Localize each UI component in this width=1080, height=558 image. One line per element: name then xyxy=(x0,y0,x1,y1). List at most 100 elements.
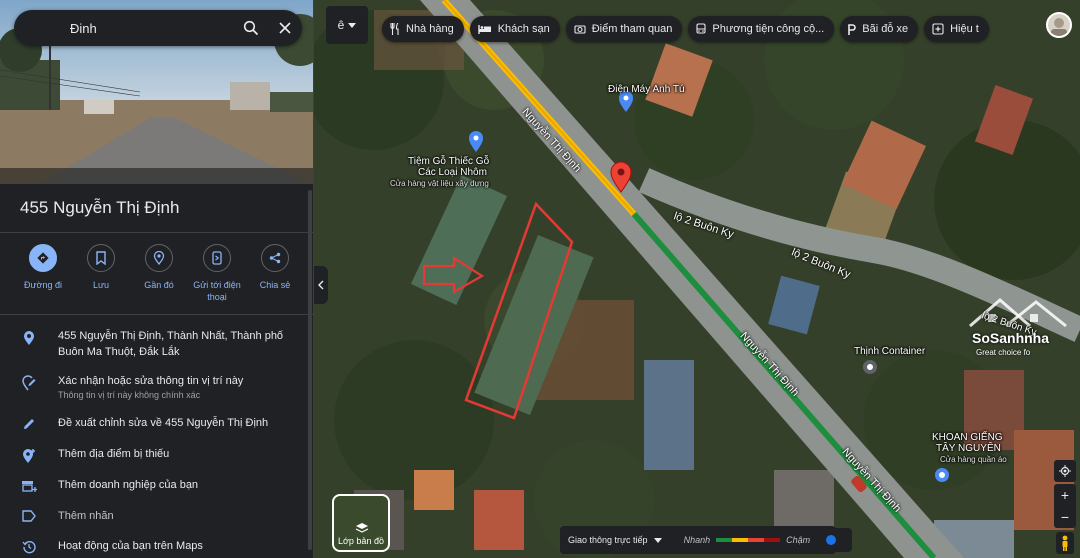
add-business-icon xyxy=(0,477,58,493)
watermark-tagline: Great choice fo xyxy=(976,348,1031,357)
pegman-icon xyxy=(1062,535,1068,551)
verify-sub: Thông tin vị trí này không chính xác xyxy=(58,390,201,400)
traffic-toggle[interactable] xyxy=(810,528,852,552)
send-to-phone-label: Gửi tới điện thoại xyxy=(193,280,241,302)
chip-label: Bãi đỗ xe xyxy=(862,23,909,35)
poi-label-khoan-gieng-1[interactable]: KHOAN GIẾNG xyxy=(932,432,1003,443)
save-label: Lưu xyxy=(92,280,110,290)
location-pin-icon xyxy=(0,328,58,346)
close-icon[interactable] xyxy=(268,11,302,45)
chip-transit[interactable]: Phương tiện công cộ... xyxy=(688,16,835,42)
history-icon xyxy=(0,538,58,554)
chip-pharmacy[interactable]: Hiệu t xyxy=(924,16,989,42)
phone-icon xyxy=(203,244,231,272)
suggest-edit-text: Đề xuất chỉnh sửa về 455 Nguyễn Thị Định xyxy=(58,417,269,429)
pharmacy-icon xyxy=(932,23,944,35)
my-location-button[interactable] xyxy=(1054,460,1076,482)
zoom-out-button[interactable]: − xyxy=(1061,509,1069,525)
collapse-panel-button[interactable] xyxy=(314,266,328,304)
add-place-icon xyxy=(0,446,58,464)
directions-label: Đường đi xyxy=(24,280,62,290)
chip-label: Hiệu t xyxy=(950,23,979,35)
verify-text: Xác nhận hoặc sửa thông tin vị trí này T… xyxy=(58,373,313,401)
chevron-left-icon xyxy=(318,280,324,290)
add-label-row[interactable]: Thêm nhãn xyxy=(0,508,313,524)
directions-button[interactable]: Đường đi xyxy=(14,244,72,303)
toggle-dot-icon xyxy=(826,535,836,545)
poi-label-dien-may[interactable]: Điện Máy Anh Tú xyxy=(608,84,685,95)
divider xyxy=(0,314,313,315)
activity-text: Hoạt động của bạn trên Maps xyxy=(58,540,203,552)
my-location-icon xyxy=(1059,465,1071,477)
restaurant-icon xyxy=(390,23,399,35)
suggest-edit-row[interactable]: Đề xuất chỉnh sửa về 455 Nguyễn Thị Định xyxy=(0,415,313,431)
live-traffic-bar[interactable]: Giao thông trực tiếp Nhanh Chậm xyxy=(560,526,836,554)
chevron-down-icon xyxy=(348,22,357,28)
add-label-text: Thêm nhãn xyxy=(58,510,114,522)
panel-scrollbar[interactable] xyxy=(308,190,312,550)
chip-parking[interactable]: Bãi đỗ xe xyxy=(840,16,919,42)
add-missing-row[interactable]: Thêm địa điểm bị thiếu xyxy=(0,446,313,464)
chip-label: Khách sạn xyxy=(497,23,550,35)
poi-label-tiem-go-1[interactable]: Tiệm Gỗ Thiếc Gỗ xyxy=(408,156,489,167)
zoom-in-button[interactable]: + xyxy=(1061,487,1069,503)
share-icon xyxy=(261,244,289,272)
directions-icon xyxy=(29,244,57,272)
place-panel: Đinh 455 Nguyễn Thị Định Đường đi Lưu Gầ… xyxy=(0,0,314,558)
activity-row[interactable]: Hoạt động của bạn trên Maps xyxy=(0,538,313,554)
chevron-down-icon xyxy=(653,537,662,543)
poi-label-thinh-container[interactable]: Thịnh Container xyxy=(854,346,925,357)
verify-row[interactable]: Xác nhận hoặc sửa thông tin vị trí này T… xyxy=(0,373,313,401)
save-button[interactable]: Lưu xyxy=(72,244,130,303)
satellite-map[interactable]: Điện Máy Anh Tú Tiệm Gỗ Thiếc Gỗ Các Loạ… xyxy=(314,0,1080,558)
chip-attractions[interactable]: Điểm tham quan xyxy=(565,16,683,42)
divider xyxy=(0,232,313,233)
chip-label: Nhà hàng xyxy=(406,23,454,35)
chip-restaurants[interactable]: Nhà hàng xyxy=(382,16,464,42)
label-icon xyxy=(0,508,58,522)
add-business-row[interactable]: Thêm doanh nghiệp của bạn xyxy=(0,477,313,493)
bus-icon xyxy=(696,23,706,34)
poi-sublabel-khoan-gieng: Cửa hàng quần áo xyxy=(940,455,1007,464)
nearby-label: Gần đó xyxy=(144,280,174,290)
bookmark-icon xyxy=(87,244,115,272)
add-business-text: Thêm doanh nghiệp của bạn xyxy=(58,479,199,491)
share-label: Chia sẻ xyxy=(259,280,291,290)
pegman-button[interactable] xyxy=(1056,532,1074,554)
poi-marker-khoan-gieng xyxy=(935,468,949,482)
camera-icon xyxy=(574,25,586,34)
search-box[interactable]: Đinh xyxy=(14,10,302,46)
action-bar: Đường đi Lưu Gần đó Gửi tới điện thoại C… xyxy=(14,244,304,303)
layers-button[interactable]: Lớp bản đồ xyxy=(332,494,390,552)
input-tools-label: ê xyxy=(337,18,345,32)
address-row[interactable]: 455 Nguyễn Thị Định, Thành Nhất, Thành p… xyxy=(0,328,313,360)
street-view-photo[interactable]: Đinh xyxy=(0,0,313,184)
share-button[interactable]: Chia sẻ xyxy=(246,244,304,303)
poi-label-tiem-go-2[interactable]: Các Loại Nhôm xyxy=(418,167,487,178)
address-text: 455 Nguyễn Thị Định, Thành Nhất, Thành p… xyxy=(58,330,284,358)
watermark-name: SoSanhnha xyxy=(972,330,1050,346)
send-to-phone-button[interactable]: Gửi tới điện thoại xyxy=(188,244,246,303)
nearby-icon xyxy=(145,244,173,272)
traffic-legend-segment xyxy=(716,538,733,542)
chip-hotels[interactable]: Khách sạn xyxy=(469,16,560,42)
traffic-fast-label: Nhanh xyxy=(683,535,711,545)
chip-label: Phương tiện công cộ... xyxy=(712,23,825,35)
traffic-legend-segment xyxy=(732,538,749,542)
parking-icon xyxy=(848,23,857,35)
traffic-legend-bar xyxy=(716,538,781,542)
account-avatar[interactable] xyxy=(1046,12,1072,38)
hotel-icon xyxy=(478,25,491,34)
traffic-legend-segment xyxy=(764,538,781,542)
search-query[interactable]: Đinh xyxy=(70,21,234,36)
avatar-image xyxy=(1051,18,1067,36)
input-tools-button[interactable]: ê xyxy=(326,6,368,44)
traffic-label: Giao thông trực tiếp xyxy=(568,535,648,545)
poi-label-khoan-gieng-2[interactable]: TÂY NGUYÊN xyxy=(936,443,1001,454)
place-title: 455 Nguyễn Thị Định xyxy=(20,198,180,217)
pencil-icon xyxy=(0,415,58,431)
search-icon[interactable] xyxy=(234,11,268,45)
traffic-legend-segment xyxy=(748,538,765,542)
poi-sublabel-tiem-go: Cửa hàng vật liệu xây dựng xyxy=(390,179,489,188)
nearby-button[interactable]: Gần đó xyxy=(130,244,188,303)
